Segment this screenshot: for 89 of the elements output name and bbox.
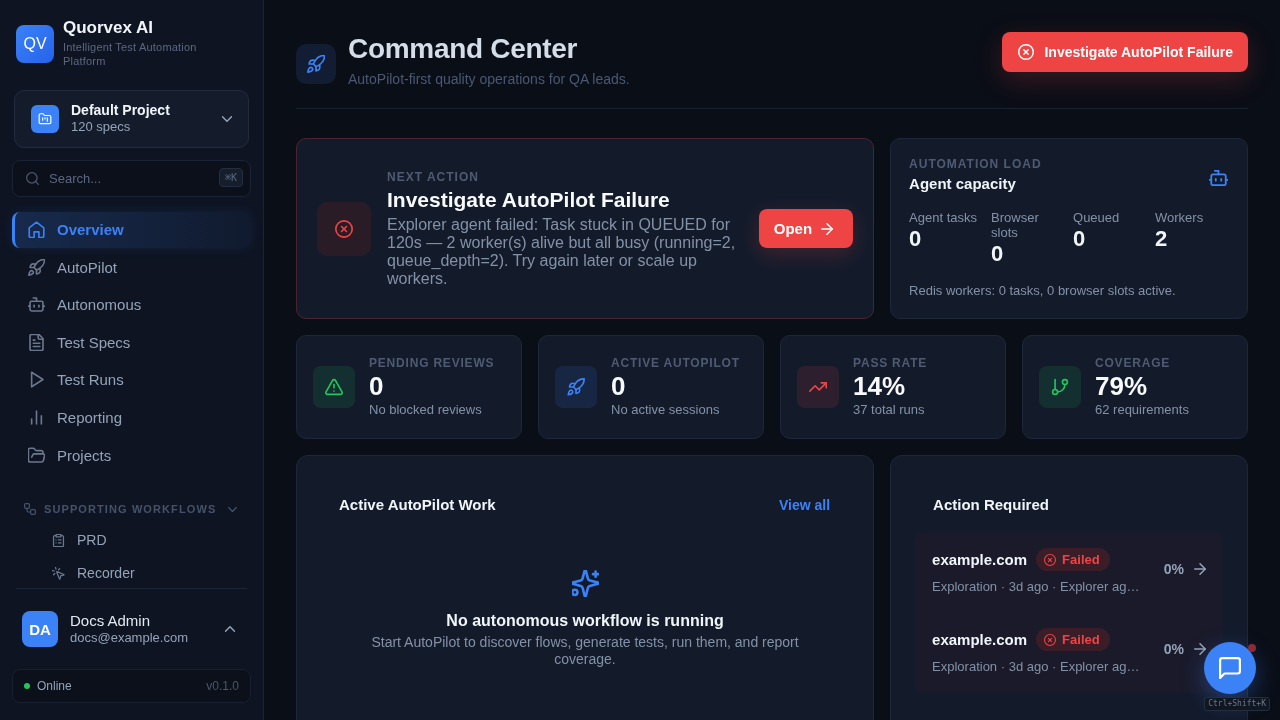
user-name: Docs Admin: [70, 612, 152, 630]
stat-label: PASS RATE: [853, 356, 928, 371]
metric-value: 0: [909, 226, 923, 252]
run-meta: Exploration · 3d ago · Explorer ag…: [932, 579, 1141, 595]
view-all-link[interactable]: View all: [778, 497, 831, 513]
stat-detail: No active sessions: [611, 401, 721, 418]
nav-item[interactable]: Overview: [12, 211, 251, 248]
open-button[interactable]: Open: [758, 209, 854, 248]
progress-percent: 0%: [1163, 560, 1184, 577]
arrow-right-icon[interactable]: [1194, 562, 1206, 575]
metric-label: Agent tasks: [909, 210, 978, 225]
nav-item[interactable]: Projects: [12, 437, 251, 474]
rocket-icon: [28, 258, 45, 276]
card-title: Agent capacity: [909, 174, 1017, 194]
status-label: Failed: [1062, 632, 1100, 647]
nav-item[interactable]: Reporting: [12, 399, 251, 436]
action-title: Investigate AutoPilot Failure: [387, 186, 671, 213]
status-label: Failed: [1062, 552, 1100, 567]
chevron-up-icon[interactable]: [225, 626, 235, 632]
logo-mark: QV: [16, 25, 54, 63]
project-spec-count: 120 specs: [71, 119, 132, 136]
arrow-right-icon: [821, 222, 834, 235]
metric-label: Browser slots: [991, 210, 1040, 240]
stat-label: COVERAGE: [1095, 356, 1172, 371]
page-subtitle: AutoPilot-first quality operations for QA leads.: [348, 70, 630, 88]
stat-value: 0: [369, 371, 385, 401]
stat-detail: No blocked reviews: [369, 401, 483, 418]
folder-icon: [28, 446, 45, 464]
project-selector[interactable]: Default Project 120 specs: [14, 90, 249, 148]
project-name: Default Project: [71, 102, 171, 120]
shortcut-hint: Ctrl+Shift+K: [1204, 697, 1270, 711]
search-icon: [26, 171, 39, 185]
play-icon: [28, 371, 45, 389]
stat-detail: 62 requirements: [1095, 401, 1189, 418]
robot-icon: [28, 296, 45, 314]
bar-chart-icon: [28, 409, 45, 427]
nav-item[interactable]: Autonomous: [12, 286, 251, 323]
workflow-icon: [24, 503, 36, 516]
site-name: example.com: [932, 631, 1028, 648]
page-title: Command Center: [348, 32, 579, 66]
close-circle-icon: [1018, 44, 1035, 60]
nav-item[interactable]: Test Runs: [12, 362, 251, 398]
rocket-icon: [296, 44, 336, 84]
metric-value: 0: [1073, 226, 1087, 252]
panel-title: Active AutoPilot Work: [339, 496, 496, 514]
site-name: example.com: [932, 551, 1028, 568]
robot-icon: [1209, 169, 1228, 186]
metric-label: Workers: [1155, 210, 1205, 225]
stat-value: 79%: [1095, 371, 1149, 401]
progress-percent: 0%: [1163, 640, 1184, 657]
eyebrow-label: AUTOMATION LOAD: [909, 157, 1042, 172]
app-tagline: Intelligent Test Automation Platform: [63, 40, 198, 68]
cursor-click-icon: [52, 566, 65, 580]
close-circle-icon: [1044, 553, 1057, 566]
nav-item[interactable]: PRD: [12, 525, 251, 555]
metric-value: 2: [1155, 226, 1169, 252]
stat-detail: 37 total runs: [853, 401, 926, 418]
action-description: Explorer agent failed: Task stuck in QUEUED for 120s — 2 worker(s) alive but all busy (running=2, queue_depth=2). Try again later or scale up workers.: [387, 215, 737, 288]
folder-board-icon: [31, 104, 59, 133]
app-name: Quorvex AI: [63, 18, 155, 38]
panel-title: Action Required: [933, 496, 1049, 514]
user-avatar[interactable]: DA: [22, 611, 58, 647]
empty-description: Start AutoPilot to discover flows, generate tests, run them, and report coverage.: [370, 634, 800, 668]
eyebrow-label: NEXT ACTION: [387, 169, 480, 185]
empty-title: No autonomous workflow is running: [446, 611, 724, 631]
stat-label: PENDING REVIEWS: [369, 356, 495, 371]
sparkle-icon: [571, 570, 599, 597]
chat-bubble-icon: [1219, 657, 1241, 679]
nav-item[interactable]: AutoPilot: [12, 249, 251, 286]
metric-label: Queued: [1073, 210, 1121, 225]
stat-value: 0: [611, 371, 627, 401]
capacity-note: Redis workers: 0 tasks, 0 browser slots active.: [909, 283, 1177, 298]
arrow-right-icon[interactable]: [1194, 642, 1206, 655]
run-meta: Exploration · 3d ago · Explorer ag…: [932, 659, 1141, 675]
close-circle-icon: [1044, 633, 1057, 646]
nav-item[interactable]: Test Specs: [12, 324, 251, 361]
home-icon: [28, 221, 45, 239]
status-label: Online: [37, 679, 73, 693]
error-icon: [317, 201, 371, 256]
clipboard-icon: [52, 533, 65, 547]
document-icon: [28, 333, 45, 351]
stat-label: ACTIVE AUTOPILOT: [611, 356, 740, 371]
stat-value: 14%: [853, 371, 907, 401]
alert-button[interactable]: Investigate AutoPilot Failure: [1002, 32, 1248, 72]
version-label: v0.1.0: [206, 679, 239, 693]
nav-item[interactable]: Recorder: [12, 558, 251, 588]
user-email: docs@example.com: [70, 630, 189, 646]
metric-value: 0: [991, 241, 1005, 267]
chevron-down-icon: [222, 115, 232, 122]
